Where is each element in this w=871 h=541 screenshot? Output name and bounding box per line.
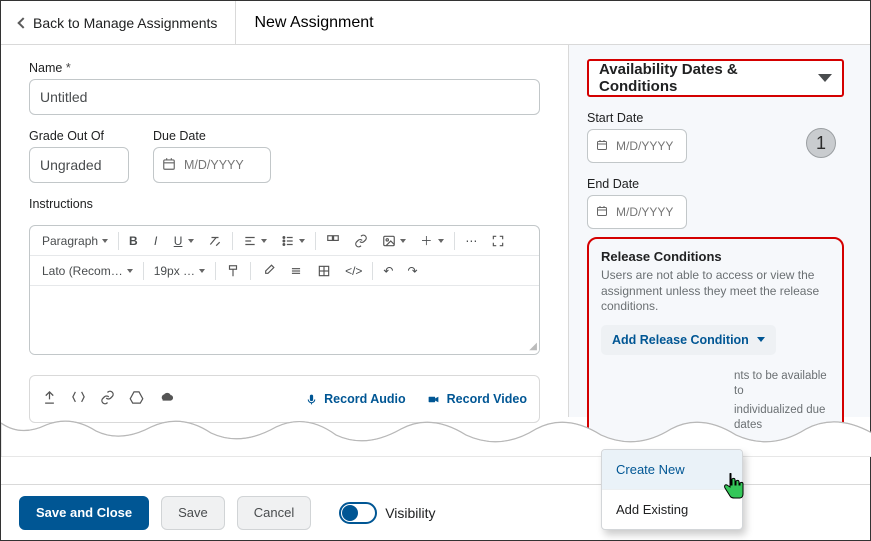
save-and-close-button[interactable]: Save and Close xyxy=(19,496,149,530)
end-date-label: End Date xyxy=(587,177,844,191)
dropdown-add-existing[interactable]: Add Existing xyxy=(602,489,742,529)
add-release-condition-button[interactable]: Add Release Condition xyxy=(601,325,776,355)
instructions-label: Instructions xyxy=(29,197,540,211)
annotation-step-1: 1 xyxy=(806,128,836,158)
link-attach-icon[interactable] xyxy=(100,390,115,408)
equation-button[interactable] xyxy=(283,260,309,282)
chevron-down-icon xyxy=(127,269,133,273)
fullscreen-button[interactable] xyxy=(485,230,511,252)
release-condition-dropdown: Create New Add Existing xyxy=(601,449,743,530)
page-title: New Assignment xyxy=(236,1,391,44)
grade-input[interactable] xyxy=(29,147,129,183)
start-date-input[interactable] xyxy=(587,129,687,163)
calendar-icon xyxy=(596,205,608,220)
chevron-left-icon xyxy=(17,17,28,28)
link-button[interactable] xyxy=(348,230,374,252)
end-date-text[interactable] xyxy=(614,204,676,220)
cancel-button[interactable]: Cancel xyxy=(237,496,311,530)
more-button[interactable]: ⋯ xyxy=(459,230,483,252)
onedrive-icon[interactable] xyxy=(158,390,176,408)
add-button[interactable]: ＋ xyxy=(414,228,450,253)
underline-button[interactable]: U xyxy=(168,230,201,252)
upload-icon[interactable] xyxy=(42,390,57,408)
record-audio-button[interactable]: Record Audio xyxy=(305,392,405,406)
visibility-label: Visibility xyxy=(385,505,435,521)
list-button[interactable] xyxy=(275,230,311,252)
format-painter-button[interactable] xyxy=(220,260,246,282)
chevron-down-icon xyxy=(102,239,108,243)
due-date-input[interactable] xyxy=(153,147,271,183)
eyedropper-button[interactable] xyxy=(255,260,281,282)
record-video-button[interactable]: Record Video xyxy=(426,392,527,406)
editor-toolbar-row1: Paragraph B I U xyxy=(30,226,539,256)
font-select[interactable]: Lato (Recom… xyxy=(36,260,139,282)
chevron-down-icon xyxy=(438,239,444,243)
calendar-icon xyxy=(162,157,176,174)
chevron-down-icon xyxy=(757,337,765,342)
name-input[interactable] xyxy=(29,79,540,115)
editor-toolbar-row2: Lato (Recom… 19px … </> xyxy=(30,256,539,286)
attachment-bar: Record Audio Record Video xyxy=(29,375,540,423)
chevron-down-icon xyxy=(299,239,305,243)
due-date-label: Due Date xyxy=(153,129,271,143)
bold-button[interactable]: B xyxy=(123,230,144,252)
instructions-editor: Paragraph B I U xyxy=(29,225,540,355)
calendar-icon xyxy=(596,139,608,154)
top-bar: Back to Manage Assignments New Assignmen… xyxy=(1,1,870,45)
block-select[interactable]: Paragraph xyxy=(36,230,114,252)
end-date-input[interactable] xyxy=(587,195,687,229)
start-date-label: Start Date xyxy=(587,111,844,125)
back-label: Back to Manage Assignments xyxy=(33,15,217,31)
insert-stuff-button[interactable] xyxy=(320,230,346,252)
release-conditions-box: Release Conditions Users are not able to… xyxy=(587,237,844,447)
editor-textarea[interactable]: ◢ xyxy=(30,286,539,354)
grade-label: Grade Out Of xyxy=(29,129,129,143)
dropdown-create-new[interactable]: Create New xyxy=(602,450,742,489)
chevron-down-icon xyxy=(400,239,406,243)
right-panel: Availability Dates & Conditions 1 Start … xyxy=(569,45,870,417)
special-access-note2: individualized due dates xyxy=(734,403,830,433)
source-code-button[interactable]: </> xyxy=(339,260,368,282)
availability-panel-toggle[interactable]: Availability Dates & Conditions xyxy=(587,59,844,97)
align-button[interactable] xyxy=(237,230,273,252)
release-heading: Release Conditions xyxy=(601,249,830,264)
due-date-text[interactable] xyxy=(182,157,252,173)
table-button[interactable] xyxy=(311,260,337,282)
start-date-text[interactable] xyxy=(614,138,676,154)
redo-button[interactable]: ↷ xyxy=(401,260,423,282)
left-column: Name Grade Out Of Due Date Instructions … xyxy=(1,45,569,417)
size-select[interactable]: 19px … xyxy=(148,260,211,282)
release-description: Users are not able to access or view the… xyxy=(601,268,830,315)
clear-format-button[interactable] xyxy=(202,230,228,252)
quicklink-icon[interactable] xyxy=(71,390,86,408)
italic-button[interactable]: I xyxy=(146,230,166,252)
google-drive-icon[interactable] xyxy=(129,390,144,408)
back-button[interactable]: Back to Manage Assignments xyxy=(1,1,236,44)
undo-button[interactable]: ↶ xyxy=(377,260,399,282)
visibility-toggle[interactable] xyxy=(339,502,377,524)
name-label: Name xyxy=(29,61,540,75)
special-access-note1: nts to be available to xyxy=(734,369,830,399)
save-button[interactable]: Save xyxy=(161,496,225,530)
chevron-down-icon xyxy=(188,239,194,243)
triangle-down-icon xyxy=(818,74,832,82)
chevron-down-icon xyxy=(261,239,267,243)
image-button[interactable] xyxy=(376,230,412,252)
resize-handle-icon[interactable]: ◢ xyxy=(529,341,537,352)
chevron-down-icon xyxy=(199,269,205,273)
